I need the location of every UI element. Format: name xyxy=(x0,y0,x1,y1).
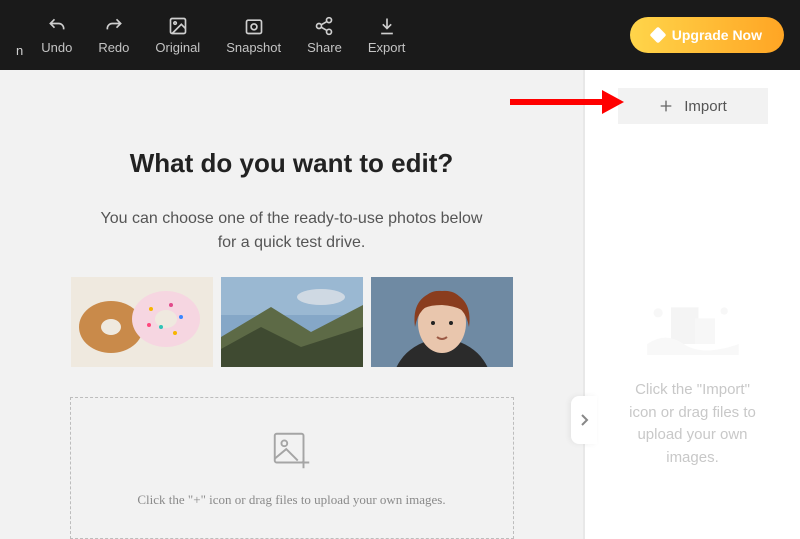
snapshot-button[interactable]: Snapshot xyxy=(216,10,291,61)
image-icon xyxy=(168,16,188,36)
placeholder-illustration-icon xyxy=(638,290,748,365)
body-area: What do you want to edit? You can choose… xyxy=(0,70,800,539)
upgrade-button[interactable]: Upgrade Now xyxy=(630,17,784,53)
side-hint-l4: images. xyxy=(666,449,719,466)
export-label: Export xyxy=(368,40,406,55)
side-placeholder: Click the "Import" icon or drag files to… xyxy=(585,290,800,469)
image-plus-icon xyxy=(269,428,315,474)
undo-button[interactable]: Undo xyxy=(31,10,82,61)
sample-thumbnails xyxy=(71,277,513,367)
side-hint-l3: upload your own xyxy=(637,426,747,443)
toolbar-group: Undo Redo Original Snapshot Share Export xyxy=(31,10,415,61)
upload-dropzone[interactable]: Click the "+" icon or drag files to uplo… xyxy=(70,397,514,539)
undo-icon xyxy=(47,16,67,36)
subheadline-line2: for a quick test drive. xyxy=(218,234,366,251)
export-button[interactable]: Export xyxy=(358,10,416,61)
redo-button[interactable]: Redo xyxy=(88,10,139,61)
original-button[interactable]: Original xyxy=(145,10,210,61)
camera-icon xyxy=(244,16,264,36)
corner-fragment: n xyxy=(16,43,23,70)
redo-icon xyxy=(104,16,124,36)
main-panel: What do you want to edit? You can choose… xyxy=(0,70,583,539)
sample-thumb-donuts[interactable] xyxy=(71,277,213,367)
original-label: Original xyxy=(155,40,200,55)
side-hint-l1: Click the "Import" xyxy=(635,381,750,398)
dropzone-hint: Click the "+" icon or drag files to uplo… xyxy=(137,492,445,508)
side-hint-l2: icon or drag files to xyxy=(629,404,756,421)
collapse-panel-button[interactable] xyxy=(571,396,597,444)
headline: What do you want to edit? xyxy=(130,148,454,179)
subheadline-line1: You can choose one of the ready-to-use p… xyxy=(101,210,483,227)
undo-label: Undo xyxy=(41,40,72,55)
top-toolbar: n Undo Redo Original Snapshot Share Expo… xyxy=(0,0,800,70)
download-icon xyxy=(377,16,397,36)
share-icon xyxy=(314,16,334,36)
side-panel: Import Click the "Import" icon or drag f… xyxy=(583,70,800,539)
upgrade-label: Upgrade Now xyxy=(672,27,762,43)
sample-thumb-portrait[interactable] xyxy=(371,277,513,367)
import-button[interactable]: Import xyxy=(618,88,768,124)
chevron-right-icon xyxy=(579,413,589,427)
redo-label: Redo xyxy=(98,40,129,55)
diamond-icon xyxy=(649,27,666,44)
share-label: Share xyxy=(307,40,342,55)
snapshot-label: Snapshot xyxy=(226,40,281,55)
subheadline: You can choose one of the ready-to-use p… xyxy=(77,207,507,255)
sample-thumb-landscape[interactable] xyxy=(221,277,363,367)
share-button[interactable]: Share xyxy=(297,10,352,61)
plus-icon xyxy=(658,98,674,114)
import-label: Import xyxy=(684,98,727,115)
